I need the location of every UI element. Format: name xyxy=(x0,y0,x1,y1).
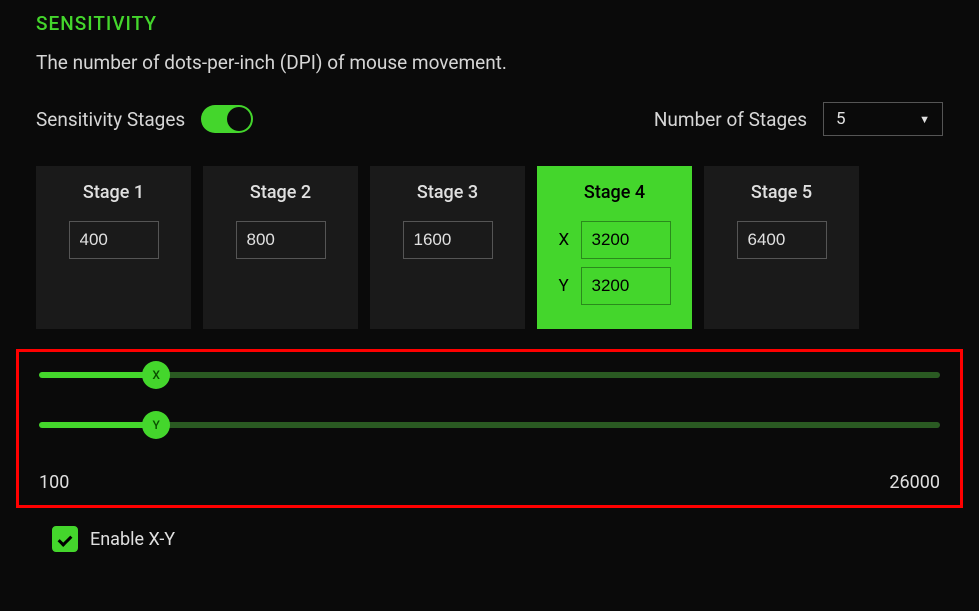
stage-input-2[interactable] xyxy=(236,221,326,259)
number-of-stages-select[interactable]: 5 ▼ xyxy=(823,102,943,136)
x-slider[interactable]: X xyxy=(39,372,940,378)
stage-title: Stage 2 xyxy=(250,182,311,203)
slider-min: 100 xyxy=(39,472,69,493)
enable-xy-checkbox[interactable] xyxy=(52,526,78,552)
toggle-knob xyxy=(227,107,251,131)
stage-input-1[interactable] xyxy=(69,221,159,259)
stage-card-3[interactable]: Stage 3 xyxy=(370,166,525,329)
y-slider-thumb[interactable]: Y xyxy=(142,411,170,439)
stages-container: Stage 1 Stage 2 Stage 3 Stage 4 X Y Stag… xyxy=(36,166,943,329)
stage-card-4[interactable]: Stage 4 X Y xyxy=(537,166,692,329)
sensitivity-stages-toggle[interactable] xyxy=(201,105,253,133)
stage-card-1[interactable]: Stage 1 xyxy=(36,166,191,329)
chevron-down-icon: ▼ xyxy=(919,113,930,126)
select-value: 5 xyxy=(836,109,846,129)
stage-input-4-y[interactable] xyxy=(581,267,671,305)
stage-card-5[interactable]: Stage 5 xyxy=(704,166,859,329)
stage-input-4-x[interactable] xyxy=(581,221,671,259)
x-axis-label: X xyxy=(559,230,573,250)
enable-xy-label: Enable X-Y xyxy=(90,529,175,550)
x-slider-thumb[interactable]: X xyxy=(142,361,170,389)
section-description: The number of dots-per-inch (DPI) of mou… xyxy=(36,51,943,74)
stage-title: Stage 5 xyxy=(751,182,812,203)
check-icon xyxy=(58,534,72,544)
stage-card-2[interactable]: Stage 2 xyxy=(203,166,358,329)
stage-input-3[interactable] xyxy=(403,221,493,259)
stage-title: Stage 3 xyxy=(417,182,478,203)
y-slider[interactable]: Y xyxy=(39,422,940,428)
sliders-area: X Y 100 26000 xyxy=(16,349,963,508)
number-of-stages-label: Number of Stages xyxy=(654,108,807,131)
stage-title: Stage 1 xyxy=(83,182,144,203)
stage-title: Stage 4 xyxy=(584,182,645,203)
sensitivity-stages-label: Sensitivity Stages xyxy=(36,108,185,131)
stage-input-5[interactable] xyxy=(737,221,827,259)
section-title: SENSITIVITY xyxy=(36,12,943,35)
y-axis-label: Y xyxy=(559,276,573,296)
slider-max: 26000 xyxy=(889,472,940,493)
